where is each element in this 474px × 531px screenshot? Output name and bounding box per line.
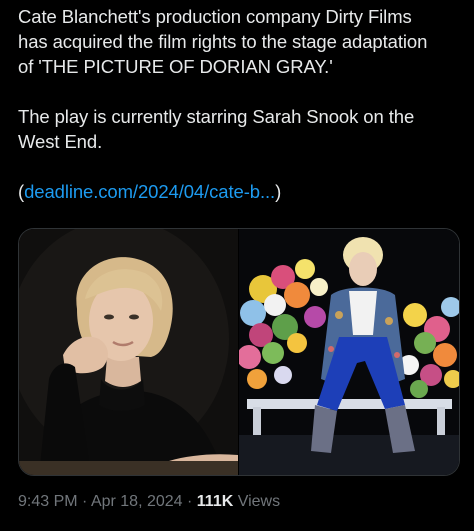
article-link[interactable]: deadline.com/2024/04/cate-b... bbox=[24, 181, 275, 202]
tweet-line: of 'THE PICTURE OF DORIAN GRAY.' bbox=[18, 56, 333, 77]
link-close-paren: ) bbox=[275, 181, 282, 202]
tweet-date[interactable]: Apr 18, 2024 bbox=[91, 493, 183, 510]
portrait-photo[interactable] bbox=[19, 229, 239, 475]
stage-illustration bbox=[238, 229, 459, 475]
tweet-line: West End. bbox=[18, 131, 103, 152]
portrait-illustration bbox=[19, 229, 238, 475]
meta-separator: · bbox=[182, 493, 197, 510]
tweet-line: has acquired the film rights to the stag… bbox=[18, 31, 428, 52]
meta-separator: · bbox=[77, 493, 91, 510]
tweet-line: The play is currently starring Sarah Sno… bbox=[18, 106, 415, 127]
tweet-time[interactable]: 9:43 PM bbox=[18, 493, 78, 510]
link-line: (deadline.com/2024/04/cate-b...) bbox=[18, 179, 464, 204]
tweet-line: Cate Blanchett's production company Dirt… bbox=[18, 6, 412, 27]
views-count[interactable]: 111K bbox=[197, 493, 233, 510]
views-label: Views bbox=[233, 493, 281, 510]
stage-photo[interactable] bbox=[238, 229, 459, 475]
tweet-text: Cate Blanchett's production company Dirt… bbox=[18, 4, 464, 204]
media-grid bbox=[18, 228, 460, 476]
tweet-meta: 9:43 PM · Apr 18, 2024 · 111K Views bbox=[18, 491, 280, 513]
